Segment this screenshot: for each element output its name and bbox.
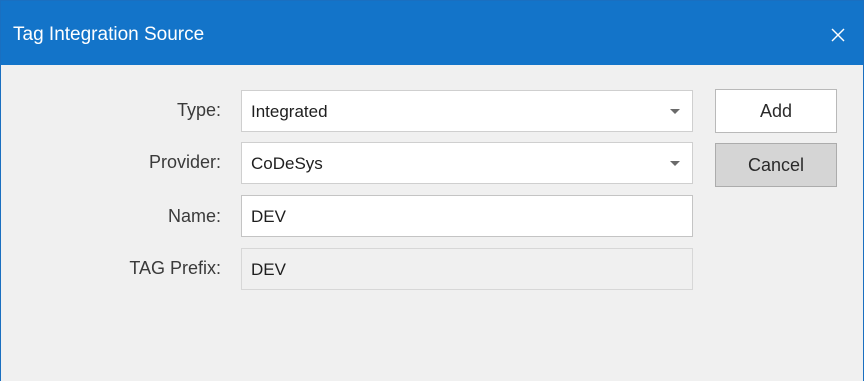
name-label: Name: <box>167 206 221 226</box>
close-button[interactable] <box>813 1 863 65</box>
close-icon <box>831 28 845 42</box>
add-button[interactable]: Add <box>715 89 837 133</box>
provider-dropdown[interactable]: CoDeSys <box>241 142 693 184</box>
chevron-down-icon <box>670 161 680 166</box>
name-input[interactable]: DEV <box>241 195 693 237</box>
provider-selected-value: CoDeSys <box>251 154 323 173</box>
tag-integration-source-dialog: Tag Integration Source Type: Integrated … <box>0 0 864 381</box>
type-selected-value: Integrated <box>251 102 328 121</box>
cancel-button[interactable]: Cancel <box>715 143 837 187</box>
dialog-title: Tag Integration Source <box>13 24 205 45</box>
provider-label: Provider: <box>148 152 221 172</box>
type-dropdown[interactable]: Integrated <box>241 90 693 132</box>
dialog-titlebar: Tag Integration Source <box>1 1 863 65</box>
tag-prefix-label: TAG Prefix: <box>129 258 221 278</box>
chevron-down-icon <box>670 109 680 114</box>
name-input-value: DEV <box>251 207 286 226</box>
tag-prefix-field: DEV <box>241 248 693 290</box>
tag-prefix-value: DEV <box>251 260 286 279</box>
type-label: Type: <box>176 100 221 120</box>
